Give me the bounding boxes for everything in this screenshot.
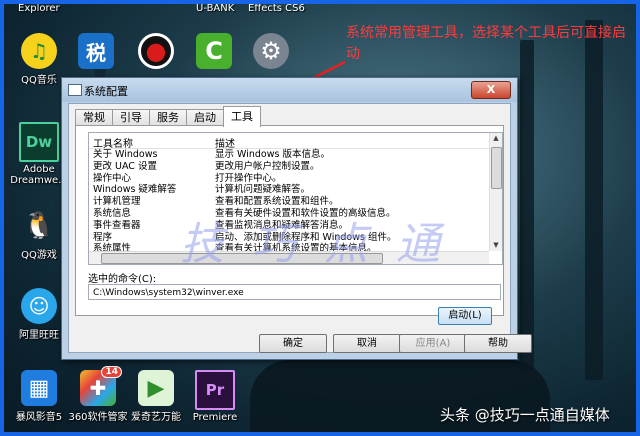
desktop-icon-camtasia[interactable]: C xyxy=(184,33,244,71)
desktop-icon-effects[interactable]: ⚙ xyxy=(241,33,301,71)
desktop-icon-dreamweaver[interactable]: Dw Adobe Dreamwe... xyxy=(9,122,69,186)
cancel-button[interactable]: 取消 xyxy=(333,334,401,353)
apply-button[interactable]: 应用(A) xyxy=(399,334,467,353)
aliwangwang-icon: ☺ xyxy=(21,288,57,324)
close-button[interactable]: X xyxy=(471,81,511,99)
desktop-icon-360[interactable]: ✚ 14 360软件管家 xyxy=(68,366,128,423)
list-item[interactable]: 操作中心 打开操作中心。 xyxy=(89,173,502,185)
vertical-scrollbar[interactable]: ▲ ▼ xyxy=(489,133,502,251)
column-header-name[interactable]: 工具名称 xyxy=(93,135,133,150)
tree-silhouette xyxy=(585,20,603,380)
column-header-desc[interactable]: 描述 xyxy=(215,135,235,150)
list-item[interactable]: 更改 UAC 设置 更改用户帐户控制设置。 xyxy=(89,161,502,173)
list-item[interactable]: 计算机管理 查看和配置系统设置和组件。 xyxy=(89,196,502,208)
notification-badge: 14 xyxy=(101,366,122,378)
watermark-text: 技巧点通 xyxy=(180,219,468,270)
help-button[interactable]: 帮助 xyxy=(464,334,532,353)
desktop-icon-qqgame[interactable]: 🐧 QQ游戏 xyxy=(9,208,69,261)
qqgame-icon: 🐧 xyxy=(22,211,56,241)
tree-silhouette xyxy=(520,40,534,370)
ok-button[interactable]: 确定 xyxy=(259,334,327,353)
premiere-icon: Pr xyxy=(195,370,235,410)
tab-tools[interactable]: 工具 xyxy=(223,106,261,127)
desktop-icon-tax[interactable]: 税 xyxy=(66,33,126,71)
baofeng-icon: ▦ xyxy=(21,370,57,406)
iqiyi-icon: ▶ xyxy=(138,370,174,406)
scroll-down-icon[interactable]: ▼ xyxy=(491,240,501,251)
desktop-icon-baofeng[interactable]: ▦ 暴风影音5 xyxy=(9,370,69,423)
desktop-label-ubank: U-BANK xyxy=(196,3,235,14)
scrollbar-thumb[interactable] xyxy=(491,147,502,189)
dialog-title: 系统配置 xyxy=(84,85,128,98)
desktop-icon-premiere[interactable]: Pr Premiere xyxy=(185,370,245,423)
window-icon xyxy=(68,84,82,96)
desktop-label-effects: Effects CS6 xyxy=(248,3,305,14)
desktop-icon-record[interactable]: ● xyxy=(126,33,186,71)
qqmusic-icon: ♫ xyxy=(21,33,57,69)
dialog-titlebar[interactable]: 系统配置 X xyxy=(62,78,517,102)
list-item[interactable]: 关于 Windows 显示 Windows 版本信息。 xyxy=(89,149,502,161)
desktop-icon-iqiyi[interactable]: ▶ 爱奇艺万能 xyxy=(126,370,186,423)
dreamweaver-icon: Dw xyxy=(19,122,59,162)
list-item[interactable]: Windows 疑难解答 计算机问题疑难解答。 xyxy=(89,184,502,196)
camtasia-icon: C xyxy=(196,33,232,69)
tab-general[interactable]: 常规 xyxy=(75,109,113,126)
tab-services[interactable]: 服务 xyxy=(149,109,187,126)
credit-text: 头条 @技巧一点通自媒体 xyxy=(440,406,610,424)
annotation-text: 系统常用管理工具，选择某个工具后可直接启动 xyxy=(346,25,626,62)
desktop-icon-qqmusic[interactable]: ♫ QQ音乐 xyxy=(9,33,69,86)
desktop-icon-aliwangwang[interactable]: ☺ 阿里旺旺 xyxy=(9,288,69,341)
selected-command-field[interactable]: C:\Windows\system32\winver.exe xyxy=(88,284,501,300)
tab-startup[interactable]: 启动 xyxy=(186,109,224,126)
scroll-up-icon[interactable]: ▲ xyxy=(491,133,501,144)
effects-icon: ⚙ xyxy=(253,33,289,69)
tax-icon: 税 xyxy=(78,33,114,69)
launch-button[interactable]: 启动(L) xyxy=(438,307,492,325)
list-header: 工具名称 描述 xyxy=(89,133,502,150)
record-icon: ● xyxy=(138,33,174,69)
selected-command-label: 选中的命令(C): xyxy=(88,274,157,285)
softwaremanager-icon: ✚ 14 xyxy=(80,366,122,406)
desktop-label-explorer: Explorer xyxy=(18,3,60,14)
tab-boot[interactable]: 引导 xyxy=(112,109,150,126)
